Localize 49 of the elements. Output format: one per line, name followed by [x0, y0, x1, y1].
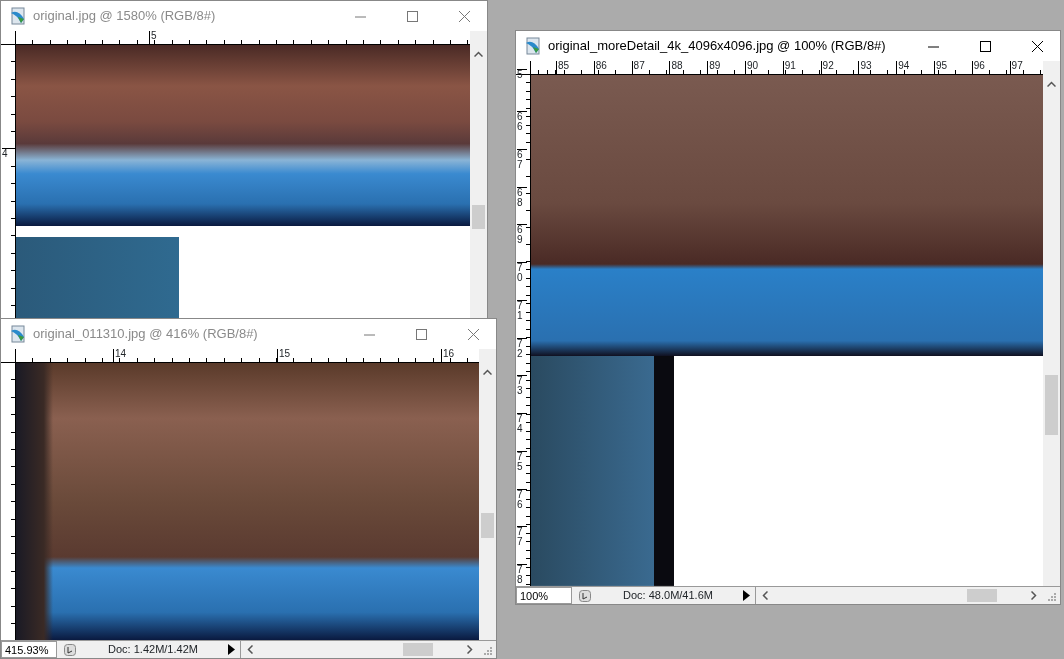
ruler-label: 5 — [517, 69, 527, 80]
ruler-label: 73 — [517, 375, 527, 397]
scrollbar-thumb[interactable] — [1045, 375, 1058, 435]
window-title: original_011310.jpg @ 416% (RGB/8#) — [33, 325, 259, 344]
document-size-label: Doc: 48.0M/41.6M — [622, 588, 714, 604]
ruler-label: 71 — [517, 299, 527, 321]
chevron-up-icon — [483, 368, 492, 375]
chevron-left-icon — [246, 645, 253, 654]
close-icon — [458, 10, 470, 22]
ruler-origin[interactable] — [1, 349, 16, 363]
chevron-right-icon — [1030, 591, 1037, 600]
ruler-label: 74 — [517, 413, 527, 434]
ruler-label: 78 — [517, 564, 527, 585]
scrollbar-thumb[interactable] — [481, 513, 494, 538]
ruler-label: 75 — [517, 450, 527, 472]
app-icon — [9, 325, 27, 343]
ruler-label: 67 — [517, 148, 527, 170]
app-icon — [9, 7, 27, 25]
maximize-icon — [406, 10, 418, 22]
status-menu-icon — [579, 589, 591, 602]
window-title: original.jpg @ 1580% (RGB/8#) — [33, 7, 217, 26]
ruler-origin[interactable] — [1, 31, 16, 45]
maximize-icon — [979, 40, 991, 52]
ruler-label: 69 — [517, 224, 527, 246]
ruler-label: 4 — [2, 148, 12, 159]
ruler-label: 66 — [517, 111, 527, 132]
chevron-left-icon — [761, 591, 768, 600]
scrollbar-thumb[interactable] — [403, 643, 433, 656]
zoom-field[interactable]: 100% — [516, 587, 572, 604]
document-size-label: Doc: 1.42M/1.42M — [107, 642, 199, 658]
status-menu-icon — [64, 643, 76, 656]
ruler-label: 72 — [517, 337, 527, 359]
zoom-field[interactable]: 415.93% — [1, 641, 57, 658]
close-icon — [467, 328, 479, 340]
close-icon — [1031, 40, 1043, 52]
chevron-up-icon — [1047, 80, 1056, 87]
ruler-label: 68 — [517, 186, 527, 208]
chevron-right-icon — [466, 645, 473, 654]
window-title: original_moreDetail_4k_4096x4096.jpg @ 100% (RGB/8#) — [548, 37, 887, 56]
scrollbar-thumb[interactable] — [967, 589, 997, 602]
chevron-up-icon — [474, 50, 483, 57]
ruler-label: 77 — [517, 526, 527, 548]
ruler-label: 70 — [517, 262, 527, 283]
scrollbar-thumb[interactable] — [472, 205, 485, 229]
app-icon — [524, 37, 542, 55]
ruler-label: 76 — [517, 488, 527, 510]
triangle-right-icon — [743, 590, 750, 601]
triangle-right-icon — [228, 644, 235, 655]
maximize-icon — [415, 328, 427, 340]
